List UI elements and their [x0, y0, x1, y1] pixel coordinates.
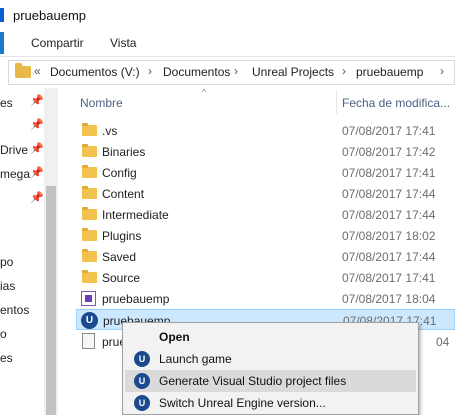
- pin-icon: 📌: [30, 167, 44, 179]
- nav-item-mega[interactable]: mega: [0, 167, 30, 181]
- file-date: 07/08/2017 17:44: [342, 187, 436, 201]
- breadcrumb-documentos-v[interactable]: Documentos (V:): [50, 65, 140, 79]
- breadcrumb-separator-icon[interactable]: ›: [342, 64, 346, 78]
- folder-icon: [82, 186, 97, 199]
- file-name: Config: [102, 166, 137, 180]
- file-name: Plugins: [102, 229, 142, 243]
- file-name: pruebauemp: [102, 292, 170, 306]
- sort-arrow-icon: ^: [202, 87, 207, 97]
- file-name: Saved: [102, 250, 137, 264]
- list-item[interactable]: .vs 07/08/2017 17:41: [76, 120, 455, 141]
- file-name: Binaries: [102, 145, 146, 159]
- folder-icon: [82, 144, 97, 157]
- list-item[interactable]: pruebauemp 07/08/2017 18:04: [76, 288, 455, 309]
- pin-icon: 📌: [30, 192, 44, 204]
- tab-view[interactable]: Vista: [110, 36, 136, 50]
- file-date: 07/08/2017 17:41: [342, 271, 436, 285]
- file-name: Source: [102, 271, 141, 285]
- nav-item-es[interactable]: es: [0, 351, 13, 365]
- ribbon-tabs: Compartir Vista: [0, 32, 455, 56]
- menu-item-launch-game[interactable]: U Launch game: [125, 348, 416, 370]
- file-date: 04: [436, 335, 450, 349]
- list-item[interactable]: Content 07/08/2017 17:44: [76, 183, 455, 204]
- tab-share[interactable]: Compartir: [31, 36, 84, 50]
- folder-icon: [82, 270, 97, 283]
- list-item[interactable]: Plugins 07/08/2017 18:02: [76, 225, 455, 246]
- list-item[interactable]: Source 07/08/2017 17:41: [76, 267, 455, 288]
- breadcrumb-separator-icon[interactable]: ›: [148, 64, 152, 78]
- nav-item-po[interactable]: po: [0, 255, 13, 269]
- nav-item-o[interactable]: o: [0, 327, 7, 341]
- nav-item-ias[interactable]: ias: [0, 279, 15, 293]
- folder-icon: [82, 207, 97, 220]
- title-bar: pruebauemp: [0, 0, 455, 32]
- breadcrumb-separator-icon[interactable]: ›: [234, 64, 238, 78]
- pin-icon: 📌: [30, 95, 44, 107]
- file-date: 07/08/2017 17:41: [342, 166, 436, 180]
- unreal-engine-icon: U: [134, 395, 150, 411]
- context-menu: Open U Launch game U Generate Visual Stu…: [122, 322, 419, 415]
- address-bar-area: « Documentos (V:) › Documentos › Unreal …: [0, 56, 455, 88]
- file-name: .vs: [102, 124, 118, 138]
- list-item[interactable]: Intermediate 07/08/2017 17:44: [76, 204, 455, 225]
- column-header-row: ^ Nombre Fecha de modifica...: [58, 87, 455, 116]
- menu-item-label: Generate Visual Studio project files: [159, 374, 347, 388]
- file-date: 07/08/2017 17:41: [342, 124, 436, 138]
- file-name: Intermediate: [102, 208, 169, 222]
- tab-file[interactable]: [0, 32, 4, 54]
- visual-studio-solution-icon: [81, 291, 96, 306]
- file-date: 07/08/2017 18:02: [342, 229, 436, 243]
- folder-icon: [82, 165, 97, 178]
- menu-item-open[interactable]: Open: [125, 326, 416, 348]
- list-item[interactable]: Binaries 07/08/2017 17:42: [76, 141, 455, 162]
- file-date: 07/08/2017 18:04: [342, 292, 436, 306]
- folder-icon: [82, 228, 97, 241]
- navigation-pane: es 📌 📌 Drive 📌 mega 📌 📌 po ias entos o e…: [0, 88, 58, 415]
- nav-item-1[interactable]: es: [0, 96, 13, 110]
- unreal-project-icon: U: [81, 312, 98, 329]
- nav-item-drive[interactable]: Drive: [0, 143, 28, 157]
- breadcrumb-pruebauemp[interactable]: pruebauemp: [356, 65, 423, 79]
- file-name: Content: [102, 187, 145, 201]
- unreal-engine-icon: U: [134, 373, 150, 389]
- unreal-engine-icon: U: [134, 351, 150, 367]
- file-date: 07/08/2017 17:44: [342, 208, 436, 222]
- address-bar[interactable]: « Documentos (V:) › Documentos › Unreal …: [8, 60, 455, 85]
- breadcrumb-separator-icon[interactable]: ›: [440, 64, 444, 78]
- folder-icon: [82, 123, 97, 136]
- window-title: pruebauemp: [13, 8, 86, 23]
- overflow-chevron-icon[interactable]: «: [34, 64, 41, 78]
- nav-scrollbar[interactable]: [44, 88, 58, 415]
- file-date: 07/08/2017 17:42: [342, 145, 436, 159]
- column-divider[interactable]: [336, 90, 337, 114]
- menu-item-generate-vs-project-files[interactable]: U Generate Visual Studio project files: [125, 370, 416, 392]
- column-header-name[interactable]: Nombre: [80, 96, 123, 110]
- pin-icon: 📌: [30, 119, 44, 131]
- menu-item-switch-engine-version[interactable]: U Switch Unreal Engine version...: [125, 392, 416, 414]
- column-header-date-modified[interactable]: Fecha de modifica...: [342, 96, 450, 110]
- file-date: 07/08/2017 17:44: [342, 250, 436, 264]
- breadcrumb-documentos[interactable]: Documentos: [163, 65, 230, 79]
- breadcrumb-unreal-projects[interactable]: Unreal Projects: [252, 65, 334, 79]
- list-item[interactable]: Config 07/08/2017 17:41: [76, 162, 455, 183]
- folder-icon: [82, 249, 97, 262]
- menu-item-label: Open: [159, 330, 190, 344]
- window-edge-icon: [0, 8, 4, 22]
- folder-icon: [15, 63, 31, 78]
- document-icon: [82, 333, 95, 349]
- nav-item-entos[interactable]: entos: [0, 303, 29, 317]
- pin-icon: 📌: [30, 143, 44, 155]
- nav-scrollbar-thumb[interactable]: [46, 186, 56, 415]
- menu-item-label: Launch game: [159, 352, 232, 366]
- menu-item-label: Switch Unreal Engine version...: [159, 396, 326, 410]
- list-item[interactable]: Saved 07/08/2017 17:44: [76, 246, 455, 267]
